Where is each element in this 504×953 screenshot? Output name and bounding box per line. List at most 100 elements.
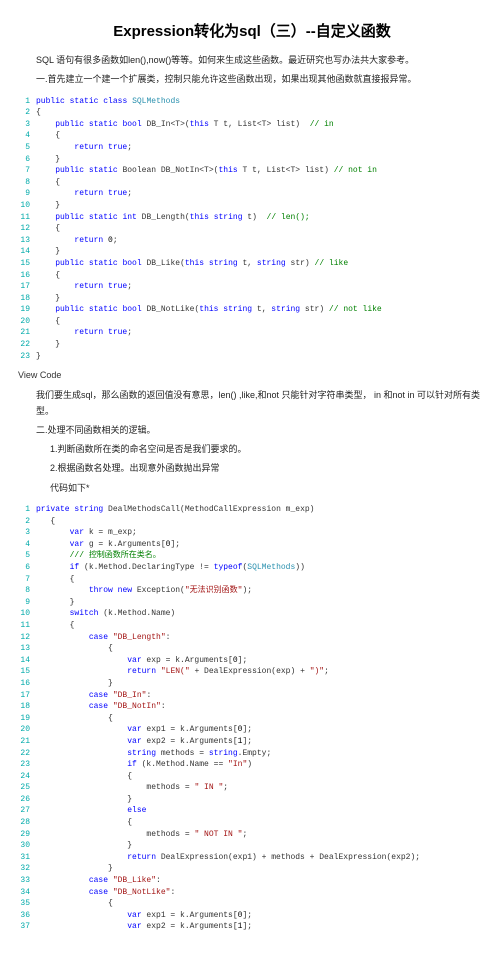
line-number: 13: [18, 235, 36, 247]
code-content: var exp2 = k.Arguments[1];: [36, 921, 486, 933]
code-line: 10 switch (k.Method.Name): [18, 608, 486, 620]
code-line: 24 {: [18, 771, 486, 783]
code-line: 23 if (k.Method.Name == "In"): [18, 759, 486, 771]
code-line: 8 throw new Exception("无法识别函数");: [18, 585, 486, 597]
code-line: 18 }: [18, 293, 486, 305]
code-content: case "DB_In":: [36, 690, 486, 702]
code-line: 15 public static bool DB_Like(this strin…: [18, 258, 486, 270]
code-line: 27 else: [18, 805, 486, 817]
step-2-heading: 二.处理不同函数相关的逻辑。: [36, 423, 486, 438]
code-line: 28 {: [18, 817, 486, 829]
code-line: 6 if (k.Method.DeclaringType != typeof(S…: [18, 562, 486, 574]
code-content: {: [36, 898, 486, 910]
code-line: 23}: [18, 351, 486, 363]
line-number: 11: [18, 620, 36, 632]
code-content: }: [36, 246, 486, 258]
mid-paragraph-1: 我们要生成sql，那么函数的返回值没有意思，len() ,like,和not 只…: [36, 388, 486, 419]
line-number: 13: [18, 643, 36, 655]
line-number: 35: [18, 898, 36, 910]
code-content: return true;: [36, 188, 486, 200]
code-line: 15 return "LEN(" + DealExpression(exp) +…: [18, 666, 486, 678]
code-content: if (k.Method.DeclaringType != typeof(SQL…: [36, 562, 486, 574]
line-number: 12: [18, 223, 36, 235]
line-number: 10: [18, 200, 36, 212]
code-content: {: [36, 516, 486, 528]
code-content: }: [36, 351, 486, 363]
code-line: 25 methods = " IN ";: [18, 782, 486, 794]
code-line: 2 {: [18, 516, 486, 528]
code-line: 12 case "DB_Length":: [18, 632, 486, 644]
code-content: public static bool DB_Like(this string t…: [36, 258, 486, 270]
page-title: Expression转化为sql（三）--自定义函数: [18, 20, 486, 41]
code-line: 14 }: [18, 246, 486, 258]
code-line: 20 var exp1 = k.Arguments[0];: [18, 724, 486, 736]
code-content: {: [36, 713, 486, 725]
line-number: 8: [18, 585, 36, 597]
code-content: }: [36, 339, 486, 351]
code-line: 3 public static bool DB_In<T>(this T t, …: [18, 119, 486, 131]
code-line: 9 return true;: [18, 188, 486, 200]
line-number: 18: [18, 701, 36, 713]
line-number: 21: [18, 327, 36, 339]
line-number: 7: [18, 165, 36, 177]
line-number: 5: [18, 142, 36, 154]
code-content: }: [36, 597, 486, 609]
code-line: 11 {: [18, 620, 486, 632]
line-number: 4: [18, 130, 36, 142]
code-content: }: [36, 200, 486, 212]
code-content: return true;: [36, 281, 486, 293]
line-number: 20: [18, 724, 36, 736]
line-number: 9: [18, 188, 36, 200]
code-line: 17 case "DB_In":: [18, 690, 486, 702]
code-line: 37 var exp2 = k.Arguments[1];: [18, 921, 486, 933]
line-number: 19: [18, 713, 36, 725]
code-content: public static class SQLMethods: [36, 96, 486, 108]
substep-2: 2.根据函数名处理。出现意外函数抛出异常: [50, 461, 486, 476]
code-line: 32 }: [18, 863, 486, 875]
line-number: 1: [18, 504, 36, 516]
code-line: 4 {: [18, 130, 486, 142]
code-line: 36 var exp1 = k.Arguments[0];: [18, 910, 486, 922]
code-line: 2{: [18, 107, 486, 119]
code-line: 17 return true;: [18, 281, 486, 293]
code-content: {: [36, 177, 486, 189]
line-number: 4: [18, 539, 36, 551]
line-number: 24: [18, 771, 36, 783]
code-line: 5 /// 控制函数所在类名。: [18, 550, 486, 562]
line-number: 26: [18, 794, 36, 806]
code-line: 33 case "DB_Like":: [18, 875, 486, 887]
code-line: 16 }: [18, 678, 486, 690]
line-number: 14: [18, 246, 36, 258]
code-line: 16 {: [18, 270, 486, 282]
code-content: }: [36, 293, 486, 305]
line-number: 12: [18, 632, 36, 644]
line-number: 19: [18, 304, 36, 316]
line-number: 30: [18, 840, 36, 852]
code-content: return true;: [36, 142, 486, 154]
line-number: 9: [18, 597, 36, 609]
line-number: 17: [18, 690, 36, 702]
code-content: {: [36, 316, 486, 328]
code-content: var exp2 = k.Arguments[1];: [36, 736, 486, 748]
code-line: 11 public static int DB_Length(this stri…: [18, 212, 486, 224]
code-content: var exp1 = k.Arguments[0];: [36, 910, 486, 922]
line-number: 27: [18, 805, 36, 817]
code-line: 14 var exp = k.Arguments[0];: [18, 655, 486, 667]
line-number: 28: [18, 817, 36, 829]
code-content: return 0;: [36, 235, 486, 247]
code-content: case "DB_Length":: [36, 632, 486, 644]
code-block-2: 1private string DealMethodsCall(MethodCa…: [18, 504, 486, 933]
code-content: private string DealMethodsCall(MethodCal…: [36, 504, 486, 516]
code-content: public static bool DB_NotLike(this strin…: [36, 304, 486, 316]
code-line: 9 }: [18, 597, 486, 609]
line-number: 37: [18, 921, 36, 933]
line-number: 20: [18, 316, 36, 328]
code-content: case "DB_NotIn":: [36, 701, 486, 713]
code-content: case "DB_NotLike":: [36, 887, 486, 899]
code-line: 19 public static bool DB_NotLike(this st…: [18, 304, 486, 316]
code-content: {: [36, 574, 486, 586]
code-content: }: [36, 678, 486, 690]
code-line: 7 public static Boolean DB_NotIn<T>(this…: [18, 165, 486, 177]
code-content: }: [36, 794, 486, 806]
code-content: public static bool DB_In<T>(this T t, Li…: [36, 119, 486, 131]
